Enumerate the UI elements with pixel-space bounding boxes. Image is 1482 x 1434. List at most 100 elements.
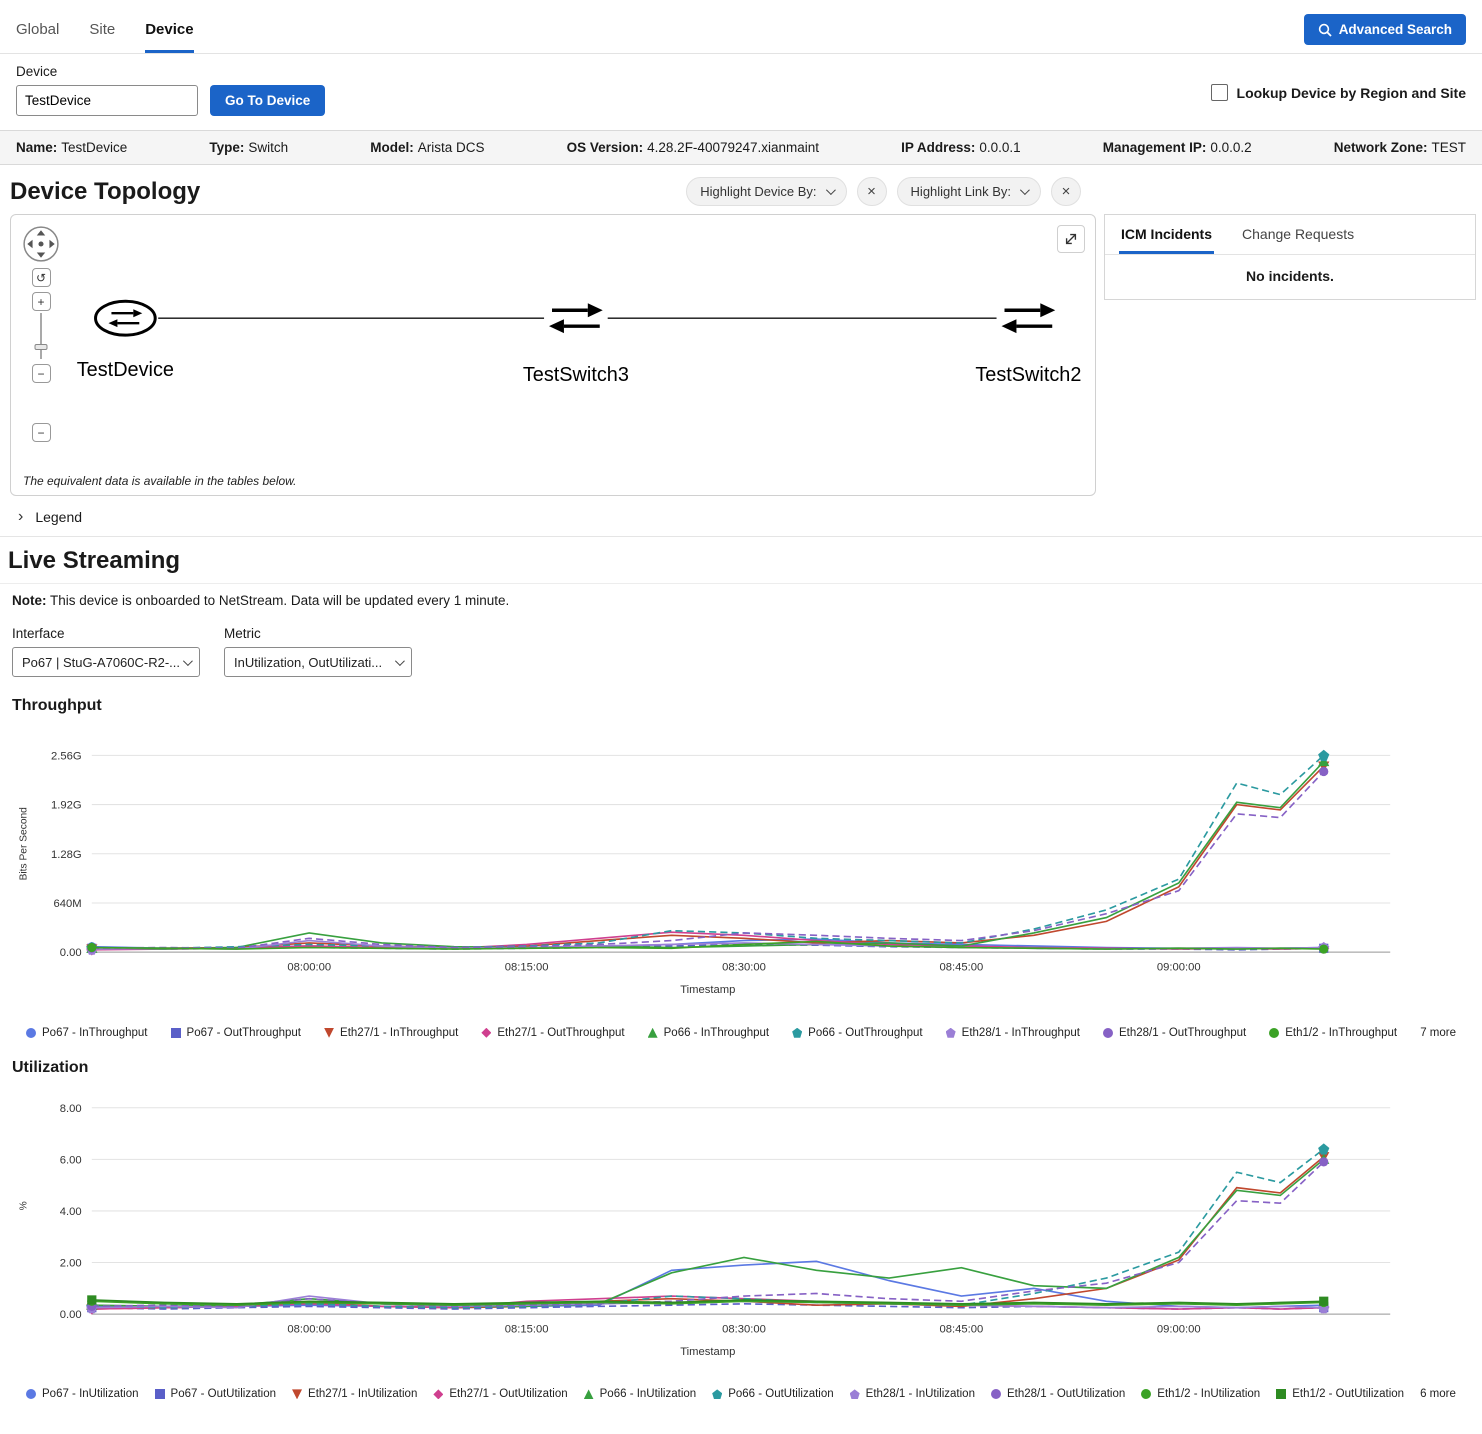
device-zone-label: Network Zone: bbox=[1334, 140, 1428, 155]
x-tick-label: 08:30:00 bbox=[722, 1323, 766, 1335]
legend-item[interactable]: Po66 - OutUtilization bbox=[712, 1388, 833, 1400]
pentagon-marker-icon bbox=[712, 1389, 722, 1399]
zoom-slider-rail bbox=[40, 313, 42, 359]
legend-label: Eth27/1 - OutUtilization bbox=[449, 1388, 567, 1400]
legend-item[interactable]: Po66 - OutThroughput bbox=[792, 1027, 922, 1039]
legend-item[interactable]: Eth27/1 - InThroughput bbox=[324, 1027, 458, 1039]
interface-select[interactable]: Po67 | StuG-A7060C-R2-... bbox=[12, 647, 200, 677]
y-tick-label: 640M bbox=[53, 898, 81, 910]
legend-label: Po66 - OutThroughput bbox=[808, 1027, 922, 1039]
legend-more[interactable]: 6 more bbox=[1420, 1388, 1456, 1400]
throughput-chart-title: Throughput bbox=[12, 697, 1482, 715]
legend-item[interactable]: Eth27/1 - OutThroughput bbox=[481, 1027, 624, 1039]
series-line bbox=[92, 766, 1324, 949]
tab-icm-incidents[interactable]: ICM Incidents bbox=[1119, 215, 1214, 254]
square-marker-icon bbox=[171, 1028, 181, 1038]
highlight-device-clear-button[interactable]: × bbox=[857, 177, 887, 206]
circle-marker-icon bbox=[1103, 1028, 1113, 1038]
legend-item[interactable]: Eth27/1 - OutUtilization bbox=[433, 1388, 567, 1400]
x-tick-label: 09:00:00 bbox=[1157, 1323, 1201, 1335]
router-icon[interactable] bbox=[96, 301, 156, 335]
legend-item[interactable]: Po66 - InUtilization bbox=[584, 1388, 697, 1400]
circle-marker-icon bbox=[26, 1028, 36, 1038]
throughput-chart: 0.00640M1.28G1.92G2.56G08:00:0008:15:000… bbox=[10, 717, 1472, 1027]
pan-control[interactable] bbox=[22, 225, 60, 263]
topology-graph: TestDevice TestSwitch3 TestSwitch2 bbox=[11, 215, 1095, 495]
highlight-link-clear-button[interactable]: × bbox=[1051, 177, 1081, 206]
switch-icon[interactable] bbox=[549, 303, 603, 333]
legend-toggle[interactable]: › Legend bbox=[0, 496, 1482, 536]
tab-device[interactable]: Device bbox=[145, 21, 193, 53]
switch-icon[interactable] bbox=[1002, 303, 1056, 333]
zoom-slider-handle[interactable] bbox=[35, 344, 48, 350]
x-tick-label: 08:45:00 bbox=[940, 1323, 984, 1335]
legend-item[interactable]: Po67 - OutUtilization bbox=[155, 1388, 276, 1400]
tab-global[interactable]: Global bbox=[16, 21, 59, 53]
topology-footnote: The equivalent data is available in the … bbox=[23, 474, 297, 488]
series-line bbox=[92, 1149, 1324, 1308]
series-line bbox=[92, 771, 1324, 948]
device-model-value: Arista DCS bbox=[418, 140, 485, 155]
device-type-label: Type: bbox=[209, 140, 244, 155]
x-axis-label: Timestamp bbox=[680, 984, 735, 996]
series-marker bbox=[1319, 1157, 1328, 1166]
zoom-fit-button[interactable]: − bbox=[32, 423, 51, 442]
rotate-icon[interactable]: ↺ bbox=[32, 268, 51, 287]
zoom-out-button[interactable]: − bbox=[32, 364, 51, 383]
topology-canvas[interactable]: TestDevice TestSwitch3 TestSwitch2 bbox=[10, 214, 1096, 496]
legend-label: Po67 - InThroughput bbox=[42, 1027, 148, 1039]
advanced-search-button[interactable]: Advanced Search bbox=[1304, 14, 1466, 45]
device-search-input[interactable] bbox=[16, 85, 198, 116]
topology-node-label[interactable]: TestDevice bbox=[77, 359, 174, 381]
topology-node-label[interactable]: TestSwitch2 bbox=[975, 364, 1081, 386]
diamond-marker-icon bbox=[433, 1389, 443, 1399]
tab-site[interactable]: Site bbox=[89, 21, 115, 53]
y-tick-label: 1.92G bbox=[51, 800, 82, 812]
legend-item[interactable]: Eth1/2 - InThroughput bbox=[1269, 1027, 1397, 1039]
legend-item[interactable]: Po67 - OutThroughput bbox=[171, 1027, 301, 1039]
legend-more[interactable]: 7 more bbox=[1420, 1027, 1456, 1039]
device-search-label: Device bbox=[16, 64, 1466, 79]
metric-select[interactable]: InUtilization, OutUtilizati... bbox=[224, 647, 412, 677]
legend-item[interactable]: Eth28/1 - InUtilization bbox=[850, 1388, 975, 1400]
legend-item[interactable]: Eth1/2 - OutUtilization bbox=[1276, 1388, 1404, 1400]
legend-item[interactable]: Eth27/1 - InUtilization bbox=[292, 1388, 417, 1400]
zoom-in-button[interactable]: + bbox=[32, 292, 51, 311]
y-tick-label: 2.56G bbox=[51, 750, 82, 762]
go-to-device-button[interactable]: Go To Device bbox=[210, 85, 325, 116]
expand-topology-button[interactable] bbox=[1057, 225, 1085, 253]
device-name-label: Name: bbox=[16, 140, 57, 155]
series-line bbox=[92, 1156, 1324, 1308]
chevron-right-icon: › bbox=[18, 508, 23, 526]
chevron-down-icon bbox=[183, 656, 193, 666]
legend-item[interactable]: Po67 - InThroughput bbox=[26, 1027, 148, 1039]
utilization-chart-title: Utilization bbox=[12, 1059, 1482, 1077]
tab-change-requests[interactable]: Change Requests bbox=[1240, 215, 1356, 254]
zoom-slider[interactable] bbox=[32, 313, 51, 359]
triangle-up-marker-icon bbox=[648, 1028, 658, 1038]
interface-label: Interface bbox=[12, 626, 200, 641]
legend-label: Po66 - InThroughput bbox=[664, 1027, 770, 1039]
legend-item[interactable]: Po66 - InThroughput bbox=[648, 1027, 770, 1039]
device-mgmt-ip-value: 0.0.0.2 bbox=[1210, 140, 1251, 155]
highlight-device-dropdown[interactable]: Highlight Device By: bbox=[686, 177, 846, 206]
legend-label: Eth27/1 - InThroughput bbox=[340, 1027, 458, 1039]
highlight-link-dropdown[interactable]: Highlight Link By: bbox=[897, 177, 1041, 206]
note-label: Note: bbox=[12, 593, 47, 608]
pentagon-marker-icon bbox=[946, 1028, 956, 1038]
chevron-down-icon bbox=[395, 656, 405, 666]
x-tick-label: 09:00:00 bbox=[1157, 962, 1201, 974]
legend-item[interactable]: Po67 - InUtilization bbox=[26, 1388, 139, 1400]
topology-node-label[interactable]: TestSwitch3 bbox=[523, 364, 629, 386]
series-marker bbox=[87, 943, 96, 952]
legend-item[interactable]: Eth28/1 - OutUtilization bbox=[991, 1388, 1125, 1400]
legend-item[interactable]: Eth28/1 - OutThroughput bbox=[1103, 1027, 1246, 1039]
series-line bbox=[92, 1162, 1324, 1306]
advanced-search-label: Advanced Search bbox=[1339, 22, 1452, 37]
legend-item[interactable]: Eth1/2 - InUtilization bbox=[1141, 1388, 1260, 1400]
lookup-device-checkbox[interactable] bbox=[1211, 84, 1228, 101]
device-type-value: Switch bbox=[248, 140, 288, 155]
device-zone-value: TEST bbox=[1431, 140, 1466, 155]
legend-item[interactable]: Eth28/1 - InThroughput bbox=[946, 1027, 1080, 1039]
legend-label: Po66 - InUtilization bbox=[600, 1388, 697, 1400]
